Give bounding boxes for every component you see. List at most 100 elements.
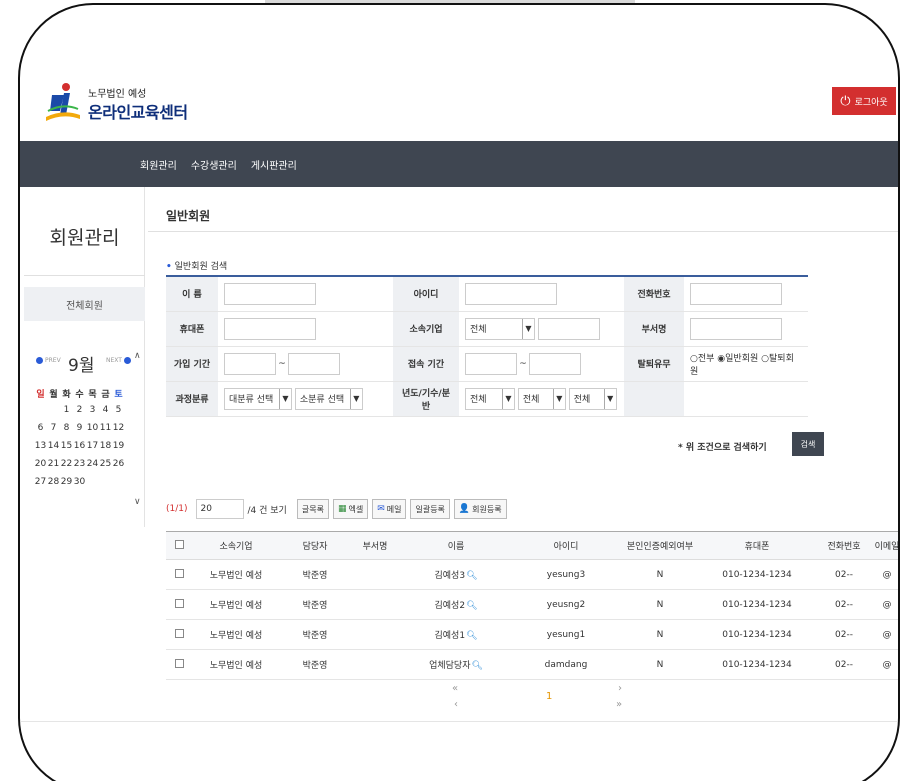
list-button[interactable]: 글목록 bbox=[296, 499, 329, 519]
search-icon[interactable]: 🔍︎ bbox=[466, 631, 477, 641]
calendar-day[interactable] bbox=[99, 477, 112, 495]
calendar-day[interactable]: 25 bbox=[99, 459, 112, 477]
cell-name[interactable]: 김예성3🔍︎ bbox=[400, 559, 512, 590]
mail-button[interactable]: ✉ 메일 bbox=[372, 499, 407, 519]
table-row[interactable]: 노무법인 예성 박준영 김예성2🔍︎ yeusng2 N 010-1234-12… bbox=[166, 589, 898, 620]
calendar-day[interactable] bbox=[47, 405, 60, 423]
term-select[interactable]: 전체 ▼ bbox=[517, 387, 566, 410]
calendar-day[interactable]: 3 bbox=[86, 405, 99, 423]
company-select[interactable]: 전체 ▼ bbox=[465, 317, 535, 340]
site-logo[interactable]: 노무법인 예성 온라인교육센터 bbox=[46, 79, 196, 125]
calendar-day[interactable]: 5 bbox=[112, 405, 125, 423]
mobile-input[interactable] bbox=[224, 317, 316, 340]
table-row[interactable]: 노무법인 예성 박준영 김예성1🔍︎ yesung1 N 010-1234-12… bbox=[166, 619, 898, 650]
calendar-day[interactable]: 20 bbox=[34, 459, 47, 477]
prev-page-button[interactable]: ‹ bbox=[454, 699, 458, 710]
calendar-day[interactable]: 9 bbox=[73, 423, 86, 441]
select-all-checkbox[interactable] bbox=[166, 531, 192, 560]
calendar-day[interactable]: 8 bbox=[60, 423, 73, 441]
calendar-day[interactable]: 10 bbox=[86, 423, 99, 441]
phone-number-input[interactable] bbox=[690, 282, 782, 305]
calendar-day[interactable]: 18 bbox=[99, 441, 112, 459]
calendar-day[interactable]: 4 bbox=[99, 405, 112, 423]
calendar-day[interactable] bbox=[34, 405, 47, 423]
dept-input[interactable] bbox=[690, 317, 782, 340]
name-input[interactable] bbox=[224, 282, 316, 305]
calendar-day[interactable]: 21 bbox=[47, 459, 60, 477]
scroll-down-icon[interactable]: ∨ bbox=[134, 497, 141, 507]
column-header[interactable]: 이름 bbox=[400, 531, 512, 560]
calendar-day[interactable]: 12 bbox=[112, 423, 125, 441]
nav-item-boards[interactable]: 게시판관리 bbox=[251, 157, 297, 172]
row-checkbox[interactable] bbox=[166, 619, 192, 650]
column-header[interactable]: 아이디 bbox=[512, 531, 620, 560]
year-select[interactable]: 전체 ▼ bbox=[465, 387, 515, 410]
search-icon[interactable]: 🔍︎ bbox=[466, 601, 477, 611]
search-button[interactable]: 검색 bbox=[792, 432, 824, 456]
row-checkbox[interactable] bbox=[166, 559, 192, 590]
calendar-day[interactable]: 26 bbox=[112, 459, 125, 477]
calendar-day[interactable] bbox=[112, 477, 125, 495]
calendar-day[interactable]: 23 bbox=[73, 459, 86, 477]
cell-name[interactable]: 김예성1🔍︎ bbox=[400, 619, 512, 650]
current-page[interactable]: 1 bbox=[546, 691, 552, 702]
calendar-day[interactable]: 16 bbox=[73, 441, 86, 459]
row-checkbox[interactable] bbox=[166, 589, 192, 620]
sidebar-item-all-members[interactable]: 전체회원 bbox=[24, 287, 145, 321]
join-start-input[interactable] bbox=[224, 352, 276, 375]
access-end-input[interactable] bbox=[529, 352, 581, 375]
radio-regular[interactable]: ◉일반회원 bbox=[717, 354, 758, 364]
calendar-prev-button[interactable]: PREV bbox=[36, 357, 61, 364]
logout-button[interactable]: ⏻ 로그아웃 bbox=[832, 87, 896, 115]
next-page-button[interactable]: › bbox=[618, 683, 622, 694]
table-row[interactable]: 노무법인 예성 박준영 김예성3🔍︎ yesung3 N 010-1234-12… bbox=[166, 559, 898, 590]
calendar-day[interactable]: 19 bbox=[112, 441, 125, 459]
search-icon[interactable]: 🔍︎ bbox=[471, 661, 482, 671]
radio-all[interactable]: ○전부 bbox=[690, 354, 714, 364]
column-header[interactable]: 휴대폰 bbox=[700, 531, 814, 560]
calendar-day[interactable]: 15 bbox=[60, 441, 73, 459]
nav-item-members[interactable]: 회원관리 bbox=[140, 157, 177, 172]
calendar-day[interactable]: 7 bbox=[47, 423, 60, 441]
search-icon[interactable]: 🔍︎ bbox=[466, 571, 477, 581]
calendar-day[interactable]: 1 bbox=[60, 405, 73, 423]
calendar-day[interactable]: 24 bbox=[86, 459, 99, 477]
calendar-day[interactable]: 29 bbox=[60, 477, 73, 495]
company-input[interactable] bbox=[537, 317, 600, 340]
calendar-day[interactable]: 22 bbox=[60, 459, 73, 477]
table-row[interactable]: 노무법인 예성 박준영 업체담당자🔍︎ damdang N 010-1234-1… bbox=[166, 649, 898, 680]
column-header[interactable]: 소속기업 bbox=[192, 531, 280, 560]
column-header[interactable]: 본인인증예외여부 bbox=[620, 531, 700, 560]
cell-name[interactable]: 업체담당자🔍︎ bbox=[400, 649, 512, 680]
calendar-day[interactable]: 14 bbox=[47, 441, 60, 459]
scroll-up-icon[interactable]: ∧ bbox=[134, 351, 141, 361]
first-page-button[interactable]: « bbox=[452, 683, 458, 694]
calendar-day[interactable]: 13 bbox=[34, 441, 47, 459]
excel-button[interactable]: ▦ 엑셀 bbox=[332, 499, 369, 519]
calendar-day[interactable]: 11 bbox=[99, 423, 112, 441]
calendar-next-button[interactable]: NEXT bbox=[106, 357, 131, 364]
join-end-input[interactable] bbox=[288, 352, 340, 375]
calendar-day[interactable]: 2 bbox=[73, 405, 86, 423]
member-register-button[interactable]: 👤 회원등록 bbox=[453, 499, 507, 519]
column-header[interactable]: 전화번호 bbox=[814, 531, 874, 560]
column-header[interactable]: 담당자 bbox=[280, 531, 350, 560]
nav-item-students[interactable]: 수강생관리 bbox=[191, 157, 237, 172]
column-header[interactable]: 부서명 bbox=[350, 531, 400, 560]
course-minor-select[interactable]: 소분류 선택 ▼ bbox=[294, 387, 363, 410]
course-major-select[interactable]: 대분류 선택 ▼ bbox=[224, 387, 292, 410]
per-page-input[interactable]: 20 bbox=[195, 499, 244, 519]
calendar-day[interactable]: 30 bbox=[73, 477, 86, 495]
calendar-day[interactable]: 28 bbox=[47, 477, 60, 495]
access-start-input[interactable] bbox=[465, 352, 517, 375]
cell-name[interactable]: 김예성2🔍︎ bbox=[400, 589, 512, 620]
calendar-day[interactable] bbox=[86, 477, 99, 495]
calendar-scrollbar[interactable]: ∧ ∨ bbox=[134, 347, 145, 522]
calendar-day[interactable]: 27 bbox=[34, 477, 47, 495]
class-select[interactable]: 전체 ▼ bbox=[568, 387, 617, 410]
column-header[interactable]: 이메일 bbox=[874, 531, 898, 560]
bulk-register-button[interactable]: 일괄등록 bbox=[410, 499, 450, 519]
row-checkbox[interactable] bbox=[166, 649, 192, 680]
id-input[interactable] bbox=[465, 282, 557, 305]
last-page-button[interactable]: » bbox=[616, 699, 622, 710]
